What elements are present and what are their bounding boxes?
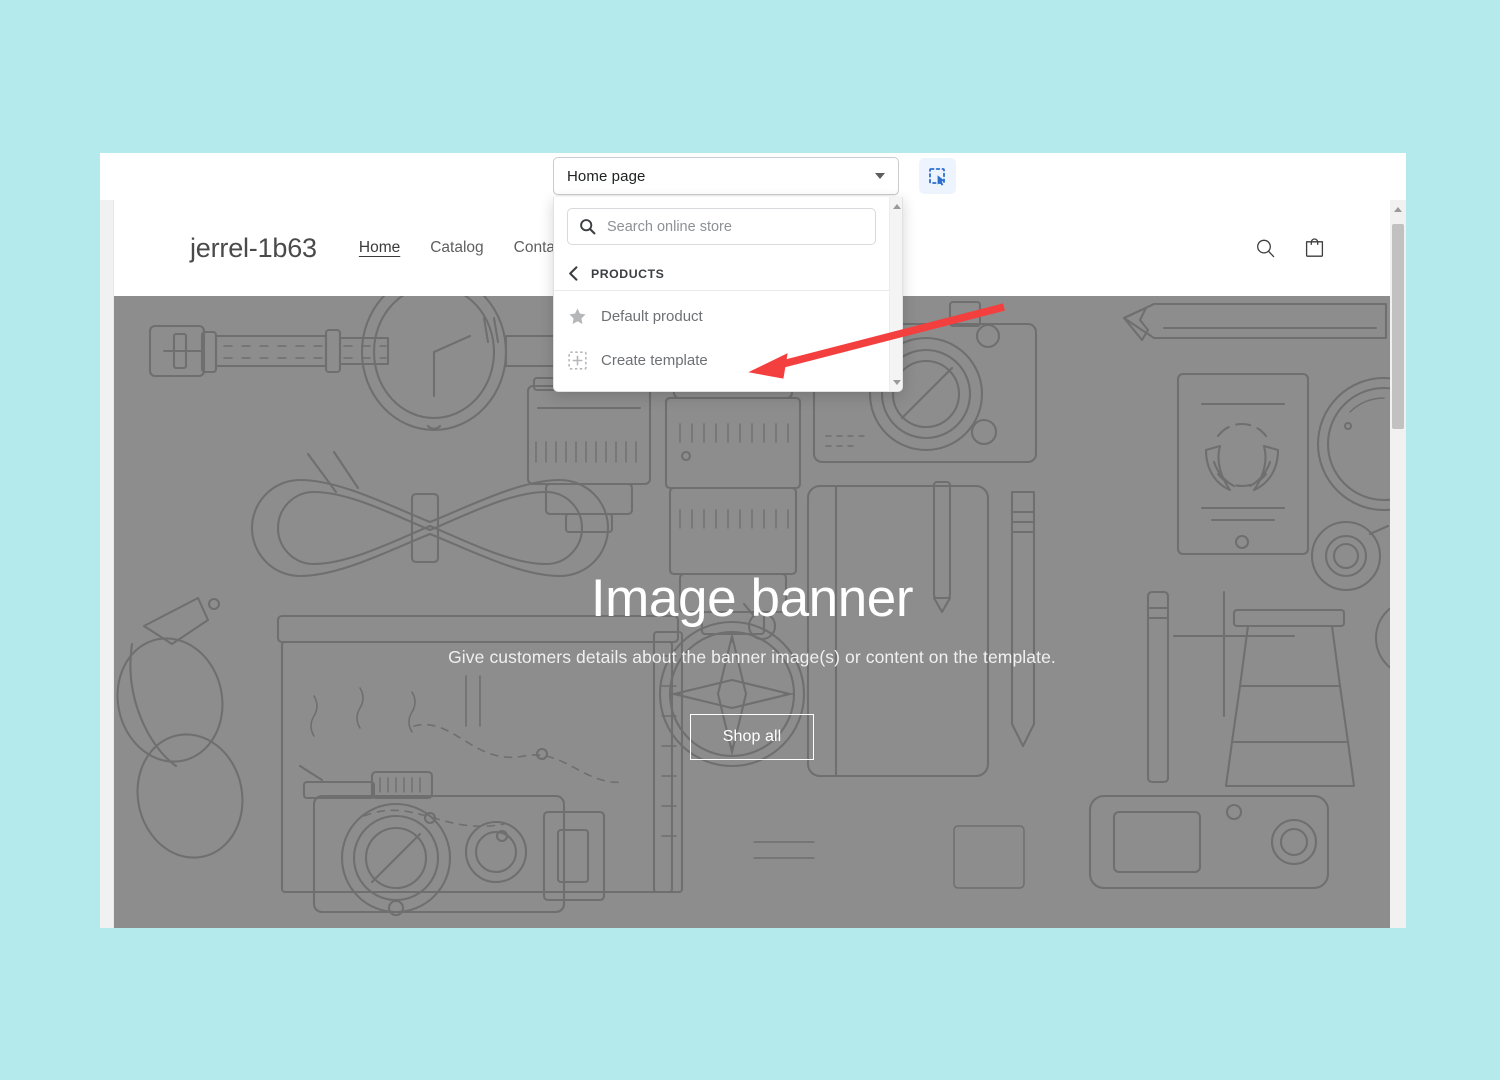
- dropdown-item-label: Create template: [601, 351, 708, 369]
- dropdown-item-create-template[interactable]: Create template: [554, 338, 889, 382]
- template-search-field[interactable]: [567, 208, 876, 245]
- add-template-icon: [568, 350, 590, 370]
- dropdown-scroll-up-button[interactable]: [890, 199, 902, 213]
- hero-title: Image banner: [590, 569, 914, 629]
- theme-editor-window: Home page jerrel-1b63 Home Catalog Conta…: [100, 153, 1406, 928]
- nav-link-catalog[interactable]: Catalog: [430, 239, 483, 257]
- cart-icon-button[interactable]: [1303, 236, 1326, 260]
- page-scrollbar-thumb[interactable]: [1392, 224, 1404, 429]
- dropdown-group-label: PRODUCTS: [591, 266, 665, 281]
- store-navigation: Home Catalog Contact: [359, 239, 567, 257]
- dropdown-item-label: Default product: [601, 307, 703, 325]
- page-selector-value: Home page: [567, 167, 646, 185]
- dropdown-item-default-product[interactable]: Default product: [554, 294, 889, 338]
- shop-all-button[interactable]: Shop all: [690, 713, 814, 760]
- search-input[interactable]: [605, 217, 864, 236]
- chevron-left-icon: [568, 266, 579, 281]
- section-select-icon-button[interactable]: [919, 158, 956, 194]
- preview-page-scrollbar[interactable]: [1390, 200, 1406, 928]
- page-selector-dropdown[interactable]: Home page: [553, 157, 899, 195]
- triangle-down-icon: [892, 379, 901, 385]
- scroll-up-button[interactable]: [1390, 202, 1406, 216]
- section-select-icon: [929, 167, 945, 186]
- triangle-up-icon: [892, 203, 901, 209]
- dropdown-scrollbar[interactable]: [889, 197, 902, 391]
- preview-left-gutter: [100, 200, 114, 928]
- star-icon: [568, 307, 590, 326]
- search-icon: [1257, 239, 1275, 257]
- chevron-down-icon: [875, 173, 885, 179]
- cart-icon: [1305, 238, 1324, 257]
- hero-subtitle: Give customers details about the banner …: [448, 647, 1056, 668]
- page-selector-menu: PRODUCTS Default product Create template: [553, 197, 903, 392]
- store-logo[interactable]: jerrel-1b63: [190, 233, 317, 264]
- search-icon: [580, 219, 596, 235]
- triangle-up-icon: [1394, 206, 1402, 212]
- dropdown-scroll-down-button[interactable]: [890, 375, 902, 389]
- dropdown-group-header-products[interactable]: PRODUCTS: [554, 257, 889, 291]
- store-header-icons: [1254, 236, 1326, 260]
- search-icon-button[interactable]: [1254, 237, 1277, 260]
- nav-link-home[interactable]: Home: [359, 239, 400, 257]
- editor-top-bar: Home page: [100, 153, 1406, 201]
